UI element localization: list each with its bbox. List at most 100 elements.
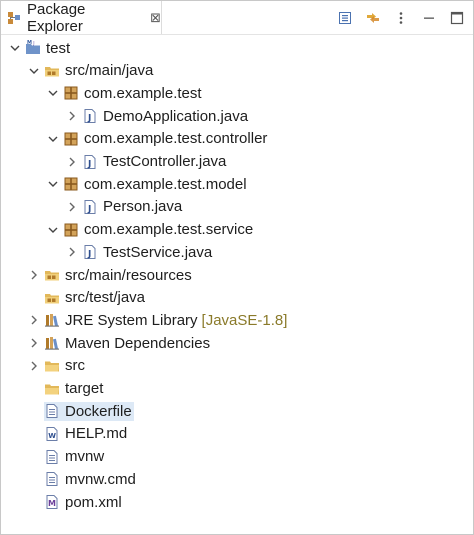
chevron-right-icon[interactable] bbox=[64, 154, 80, 170]
link-with-editor-icon[interactable] bbox=[365, 10, 381, 26]
tree-item-label: src/main/resources bbox=[65, 266, 192, 284]
minimize-icon[interactable] bbox=[421, 10, 437, 26]
tree-item[interactable]: src bbox=[1, 355, 473, 377]
tree-item[interactable]: target bbox=[1, 378, 473, 400]
tree-item-content[interactable]: src/main/resources bbox=[44, 266, 194, 285]
tree-item-content[interactable]: W HELP.md bbox=[44, 424, 129, 443]
tree-item[interactable]: J Person.java bbox=[1, 196, 473, 218]
library-icon bbox=[44, 312, 60, 328]
tree-item-content[interactable]: com.example.test bbox=[63, 84, 204, 103]
package-explorer-view: Package Explorer ⊠ M J test src/main/jav… bbox=[0, 0, 474, 535]
tree-item-content[interactable]: src/main/java bbox=[44, 61, 155, 80]
tree-item-content[interactable]: JRE System Library [JavaSE-1.8] bbox=[44, 311, 289, 330]
tree-item-label: com.example.test.controller bbox=[84, 130, 268, 148]
tree-item-label: DemoApplication.java bbox=[103, 107, 249, 125]
tree-item-content[interactable]: com.example.test.model bbox=[63, 175, 249, 194]
tree-item[interactable]: com.example.test bbox=[1, 82, 473, 104]
collapse-all-icon[interactable] bbox=[337, 10, 353, 26]
package-explorer-icon bbox=[7, 11, 21, 25]
source-folder-icon bbox=[44, 267, 60, 283]
tree-item[interactable]: com.example.test.model bbox=[1, 173, 473, 195]
tree-item-label: src/main/java bbox=[65, 62, 154, 80]
view-menu-icon[interactable] bbox=[393, 10, 409, 26]
chevron-right-icon[interactable] bbox=[26, 312, 42, 328]
chevron-right-icon[interactable] bbox=[64, 108, 80, 124]
tree-item-content[interactable]: com.example.test.controller bbox=[63, 129, 269, 148]
package-icon bbox=[63, 131, 79, 147]
package-icon bbox=[63, 176, 79, 192]
tree-item-content[interactable]: src/test/java bbox=[44, 288, 147, 307]
chevron-right-icon[interactable] bbox=[26, 267, 42, 283]
tree-item[interactable]: src/main/java bbox=[1, 60, 473, 82]
tree-item-content[interactable]: src bbox=[44, 356, 87, 375]
tree-item-label: com.example.test.service bbox=[84, 221, 254, 239]
chevron-right-icon[interactable] bbox=[26, 358, 42, 374]
tree-item-content[interactable]: J TestController.java bbox=[82, 152, 228, 171]
tree-item[interactable]: J DemoApplication.java bbox=[1, 105, 473, 127]
tree-item-content[interactable]: J TestService.java bbox=[82, 243, 214, 262]
tree-item[interactable]: mvnw bbox=[1, 446, 473, 468]
chevron-down-icon[interactable] bbox=[26, 63, 42, 79]
tree-item-content[interactable]: mvnw.cmd bbox=[44, 470, 138, 489]
text-file-icon bbox=[44, 403, 60, 419]
tree-item-label: com.example.test bbox=[84, 84, 202, 102]
chevron-right-icon[interactable] bbox=[64, 244, 80, 260]
chevron-down-icon[interactable] bbox=[45, 85, 61, 101]
library-icon bbox=[44, 335, 60, 351]
tree-item[interactable]: JRE System Library [JavaSE-1.8] bbox=[1, 309, 473, 331]
tree-item-content[interactable]: Dockerfile bbox=[44, 401, 134, 421]
tree-item-label: pom.xml bbox=[65, 493, 122, 511]
tree-item[interactable]: com.example.test.controller bbox=[1, 128, 473, 150]
chevron-right-icon[interactable] bbox=[26, 335, 42, 351]
tree-item[interactable]: src/test/java bbox=[1, 287, 473, 309]
tree-item[interactable]: Mpom.xml bbox=[1, 491, 473, 513]
tree-item[interactable]: M Jtest bbox=[1, 37, 473, 59]
svg-text:M: M bbox=[27, 40, 32, 46]
svg-text:J: J bbox=[87, 250, 91, 260]
tab-package-explorer[interactable]: Package Explorer ⊠ bbox=[1, 0, 162, 35]
tree-item[interactable]: J TestService.java bbox=[1, 241, 473, 263]
tree-item-content[interactable]: com.example.test.service bbox=[63, 220, 255, 239]
tree-item-content[interactable]: J DemoApplication.java bbox=[82, 107, 250, 126]
text-file-icon bbox=[44, 449, 60, 465]
tree-item-label: Person.java bbox=[103, 198, 183, 216]
tree-item-content[interactable]: M Jtest bbox=[25, 39, 72, 58]
chevron-right-icon[interactable] bbox=[64, 199, 80, 215]
chevron-down-icon[interactable] bbox=[7, 40, 23, 56]
chevron-down-icon[interactable] bbox=[45, 176, 61, 192]
tree-item[interactable]: mvnw.cmd bbox=[1, 468, 473, 490]
svg-text:W: W bbox=[48, 432, 56, 440]
folder-icon bbox=[44, 358, 60, 374]
java-file-icon: J bbox=[82, 108, 98, 124]
tree-item[interactable]: src/main/resources bbox=[1, 264, 473, 286]
tree-item-decoration: [JavaSE-1.8] bbox=[201, 311, 288, 329]
package-icon bbox=[63, 222, 79, 238]
tree-item-label: target bbox=[65, 380, 104, 397]
tree-item[interactable]: Maven Dependencies bbox=[1, 332, 473, 354]
tree-item-content[interactable]: Mpom.xml bbox=[44, 493, 124, 512]
tree-item-label: JRE System Library bbox=[65, 311, 198, 329]
view-title: Package Explorer bbox=[27, 0, 86, 35]
maximize-icon[interactable] bbox=[449, 10, 465, 26]
tree-item[interactable]: J TestController.java bbox=[1, 151, 473, 173]
tree-item-content[interactable]: Maven Dependencies bbox=[44, 334, 212, 353]
tree-item-label: src/test/java bbox=[65, 289, 146, 307]
tree-item-content[interactable]: target bbox=[44, 379, 105, 398]
tree-item-content[interactable]: J Person.java bbox=[82, 197, 184, 216]
tree-item[interactable]: W HELP.md bbox=[1, 423, 473, 445]
tree-item-content[interactable]: mvnw bbox=[44, 447, 106, 466]
svg-text:J: J bbox=[87, 114, 91, 124]
java-file-icon: J bbox=[82, 199, 98, 215]
tree-item[interactable]: Dockerfile bbox=[1, 400, 473, 422]
text-file-icon bbox=[44, 471, 60, 487]
close-icon[interactable]: ⊠ bbox=[150, 11, 161, 24]
chevron-down-icon[interactable] bbox=[45, 222, 61, 238]
chevron-down-icon[interactable] bbox=[45, 131, 61, 147]
tree-item[interactable]: com.example.test.service bbox=[1, 219, 473, 241]
tree-item-label: com.example.test.model bbox=[84, 175, 247, 193]
